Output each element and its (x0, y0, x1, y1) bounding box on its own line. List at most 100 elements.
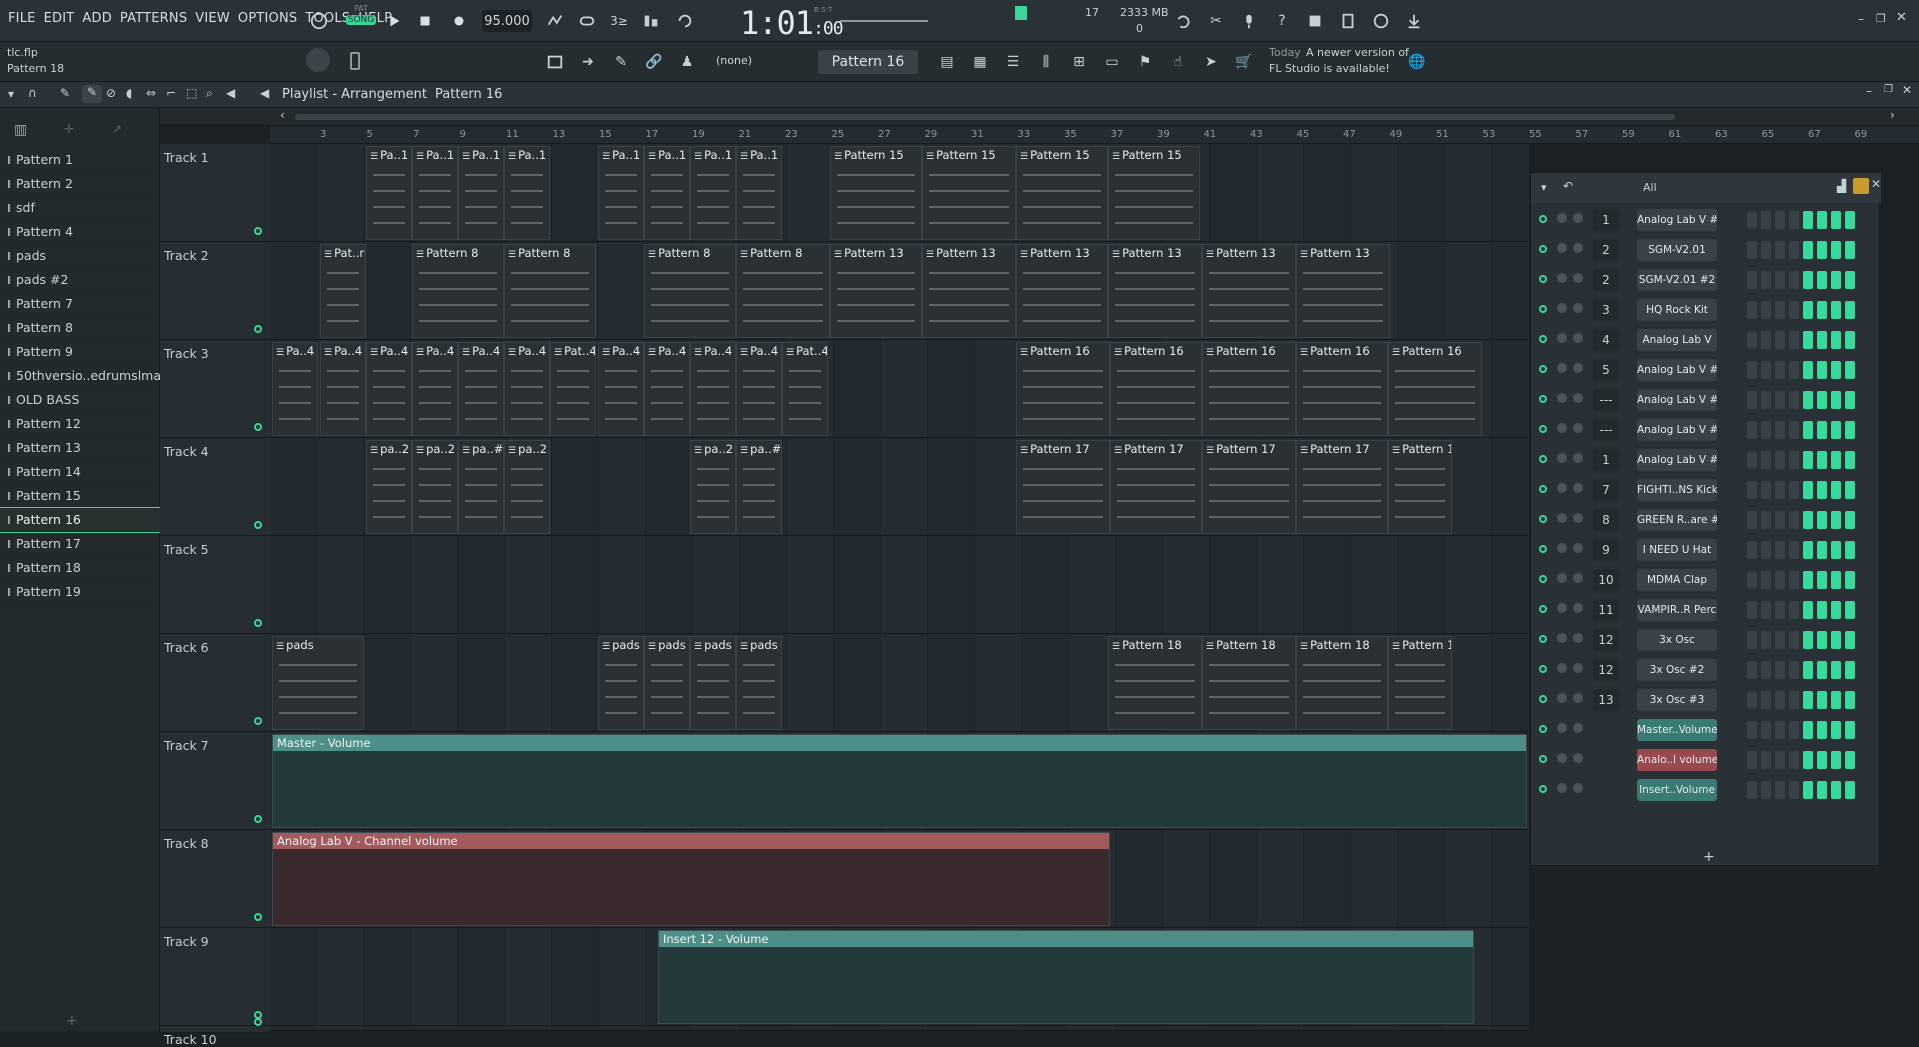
step-button[interactable] (1789, 271, 1799, 289)
channel-row[interactable]: 11 VAMPIR..R Perc (1531, 595, 1881, 625)
cart-icon[interactable]: 🛒 (1231, 49, 1257, 75)
channel-insert-number[interactable]: 7 (1593, 479, 1619, 501)
channel-mute-led[interactable] (1539, 725, 1547, 733)
channel-volume-knob[interactable] (1573, 423, 1583, 433)
channel-insert-number[interactable]: 9 (1593, 539, 1619, 561)
step-button[interactable] (1817, 361, 1827, 379)
main-volume-knob[interactable] (306, 48, 330, 72)
channel-name-button[interactable]: I NEED U Hat (1637, 539, 1717, 561)
picker-pattern-icon[interactable]: ▥ (14, 122, 27, 138)
step-button[interactable] (1747, 481, 1757, 499)
channel-insert-number[interactable]: --- (1593, 389, 1619, 411)
channel-pan-knob[interactable] (1557, 243, 1567, 253)
channel-volume-knob[interactable] (1573, 723, 1583, 733)
channel-name-button[interactable]: 3x Osc #2 (1637, 659, 1717, 681)
step-button[interactable] (1845, 391, 1855, 409)
picker-item[interactable]: Pattern 8 (0, 316, 160, 340)
channel-mute-led[interactable] (1539, 635, 1547, 643)
track-mute-led[interactable] (254, 717, 262, 725)
track-mute-led[interactable] (254, 1018, 262, 1026)
picker-item[interactable]: Pattern 15 (0, 484, 160, 508)
globe-icon[interactable]: 🌐 (1404, 49, 1430, 75)
pattern-clip[interactable]: Pattern 18 (1202, 636, 1296, 730)
snap-select[interactable]: (none) (716, 54, 752, 67)
step-button[interactable] (1817, 691, 1827, 709)
pattern-clip[interactable]: Pattern 8 (504, 244, 596, 338)
channel-pan-knob[interactable] (1557, 723, 1567, 733)
step-button[interactable] (1817, 781, 1827, 799)
step-button[interactable] (1817, 271, 1827, 289)
step-button[interactable] (1803, 391, 1813, 409)
step-button[interactable] (1803, 211, 1813, 229)
step-button[interactable] (1803, 331, 1813, 349)
step-button[interactable] (1789, 331, 1799, 349)
pattern-clip[interactable]: Pattern 17 (1388, 440, 1452, 534)
channel-insert-number[interactable]: 11 (1593, 599, 1619, 621)
step-button[interactable] (1761, 781, 1771, 799)
slip-tool-icon[interactable]: ⇔ (146, 86, 156, 100)
step-button[interactable] (1775, 631, 1785, 649)
pattern-clip[interactable]: Pat..rn 8 (320, 244, 366, 338)
loop-record-icon[interactable] (574, 8, 600, 34)
picker-item[interactable]: Pattern 2 (0, 172, 160, 196)
step-button[interactable] (1747, 541, 1757, 559)
channel-name-button[interactable]: Analog Lab V #5 (1637, 419, 1717, 441)
step-button[interactable] (1789, 541, 1799, 559)
channel-row[interactable]: --- Analog Lab V #4 (1531, 385, 1881, 415)
pattern-clip[interactable]: Pattern 15 (922, 146, 1016, 240)
channel-mute-led[interactable] (1539, 755, 1547, 763)
channel-insert-number[interactable]: 10 (1593, 569, 1619, 591)
channel-mute-led[interactable] (1539, 335, 1547, 343)
step-button[interactable] (1831, 481, 1841, 499)
pattern-clip[interactable]: pa..2 (412, 440, 458, 534)
channel-insert-number[interactable]: 2 (1593, 239, 1619, 261)
step-button[interactable] (1761, 421, 1771, 439)
step-button[interactable] (1803, 661, 1813, 679)
channel-name-button[interactable]: FIGHTI..NS Kick (1637, 479, 1717, 501)
rack-menu-arrow-icon[interactable]: ▾ (1541, 181, 1547, 194)
channel-insert-number[interactable]: 4 (1593, 329, 1619, 351)
browser-icon[interactable]: ☰ (1000, 49, 1026, 75)
step-button[interactable] (1831, 361, 1841, 379)
step-button[interactable] (1747, 571, 1757, 589)
pattern-clip[interactable]: Pa..4 (458, 342, 504, 436)
pattern-clip[interactable]: Pattern 17 (1202, 440, 1296, 534)
picker-item[interactable]: Pattern 7 (0, 292, 160, 316)
scroll-right-icon[interactable]: › (1890, 108, 1895, 122)
pattern-clip[interactable]: Pat..4 (782, 342, 828, 436)
step-button[interactable] (1845, 361, 1855, 379)
pattern-clip[interactable]: Pa..4 (736, 342, 782, 436)
pattern-clip[interactable]: Pa..4 (690, 342, 736, 436)
step-button[interactable] (1775, 541, 1785, 559)
step-button[interactable] (1761, 751, 1771, 769)
step-button[interactable] (1747, 661, 1757, 679)
track-lane[interactable] (270, 536, 1529, 634)
track-mute-led[interactable] (254, 815, 262, 823)
step-button[interactable] (1803, 721, 1813, 739)
pattern-clip[interactable]: Pattern 13 (1108, 244, 1202, 338)
master-pitch-slider[interactable] (840, 20, 928, 22)
draw-tool-icon[interactable]: ✎ (60, 86, 70, 100)
timeline-ruler[interactable]: 3 5 7 9 11 13 15 17 19 21 23 25 27 29 31 33 35 37 39 41 43 45… (270, 126, 1919, 144)
step-button[interactable] (1845, 481, 1855, 499)
step-button[interactable] (1831, 781, 1841, 799)
pattern-clip[interactable]: pads (598, 636, 644, 730)
step-button[interactable] (1845, 421, 1855, 439)
step-button[interactable] (1761, 661, 1771, 679)
stamp-icon[interactable]: ♟ (674, 49, 700, 75)
step-button[interactable] (1747, 271, 1757, 289)
step-button[interactable] (1803, 541, 1813, 559)
step-button[interactable] (1775, 241, 1785, 259)
channel-volume-knob[interactable] (1573, 333, 1583, 343)
channel-insert-number[interactable]: 2 (1593, 269, 1619, 291)
channel-volume-knob[interactable] (1573, 303, 1583, 313)
pattern-clip[interactable]: Pattern 18 (1388, 636, 1452, 730)
tuner-icon[interactable]: ⚑ (1132, 49, 1158, 75)
step-button[interactable] (1803, 361, 1813, 379)
channel-pan-knob[interactable] (1557, 483, 1567, 493)
channel-row[interactable]: 2 SGM-V2.01 (1531, 235, 1881, 265)
pattern-clip[interactable]: Pattern 8 (644, 244, 736, 338)
minimize-icon[interactable]: – (1858, 12, 1864, 26)
picker-item[interactable]: Pattern 1 (0, 148, 160, 172)
pattern-clip[interactable]: Pattern 16 (1296, 342, 1388, 436)
